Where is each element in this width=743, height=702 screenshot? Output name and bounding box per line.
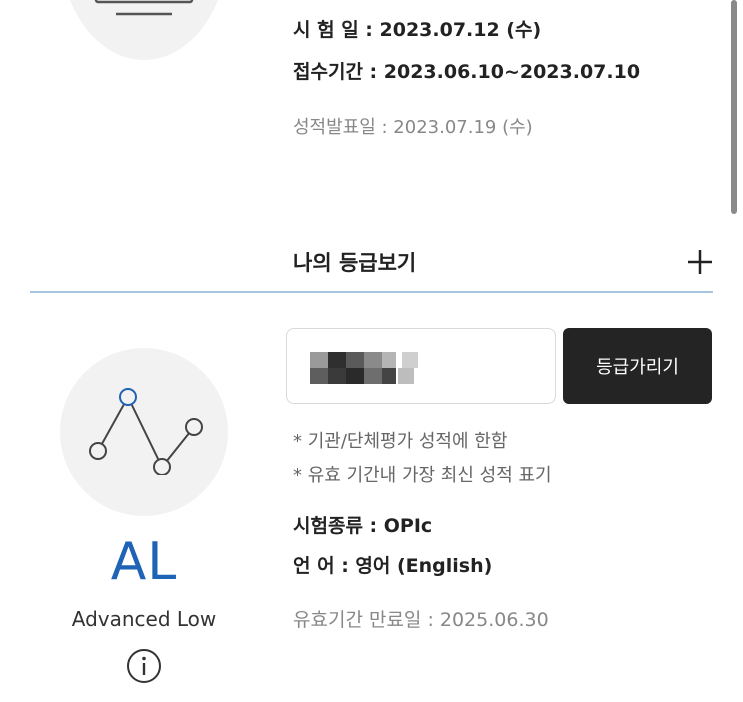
result-date: 성적발표일 : 2023.07.19 (수) — [293, 117, 533, 138]
monitor-icon — [94, 0, 194, 16]
plus-icon[interactable] — [686, 248, 714, 276]
exam-date: 시 험 일 : 2023.07.12 (수) — [293, 19, 542, 41]
line-chart-icon — [89, 388, 203, 475]
grade-code: AL — [110, 532, 178, 592]
registration-period: 접수기간 : 2023.06.10~2023.07.10 — [293, 61, 641, 83]
note-line: * 기관/단체평가 성적에 한함 — [293, 431, 508, 452]
note-line: * 유효 기간내 가장 최신 성적 표기 — [293, 465, 552, 486]
info-circle-icon[interactable] — [126, 648, 162, 684]
scrollbar[interactable] — [731, 0, 737, 214]
blurred-name-image — [310, 352, 418, 384]
expiry-date: 유효기간 만료일 : 2025.06.30 — [293, 609, 549, 631]
section-divider — [30, 291, 713, 293]
hide-grade-button[interactable]: 등급가리기 — [563, 328, 712, 404]
exam-type: 시험종류 : OPIc — [293, 515, 433, 537]
grade-name: Advanced Low — [71, 607, 217, 631]
grade-section-title[interactable]: 나의 등급보기 — [293, 247, 416, 277]
exam-language: 언 어 : 영어 (English) — [293, 555, 493, 577]
